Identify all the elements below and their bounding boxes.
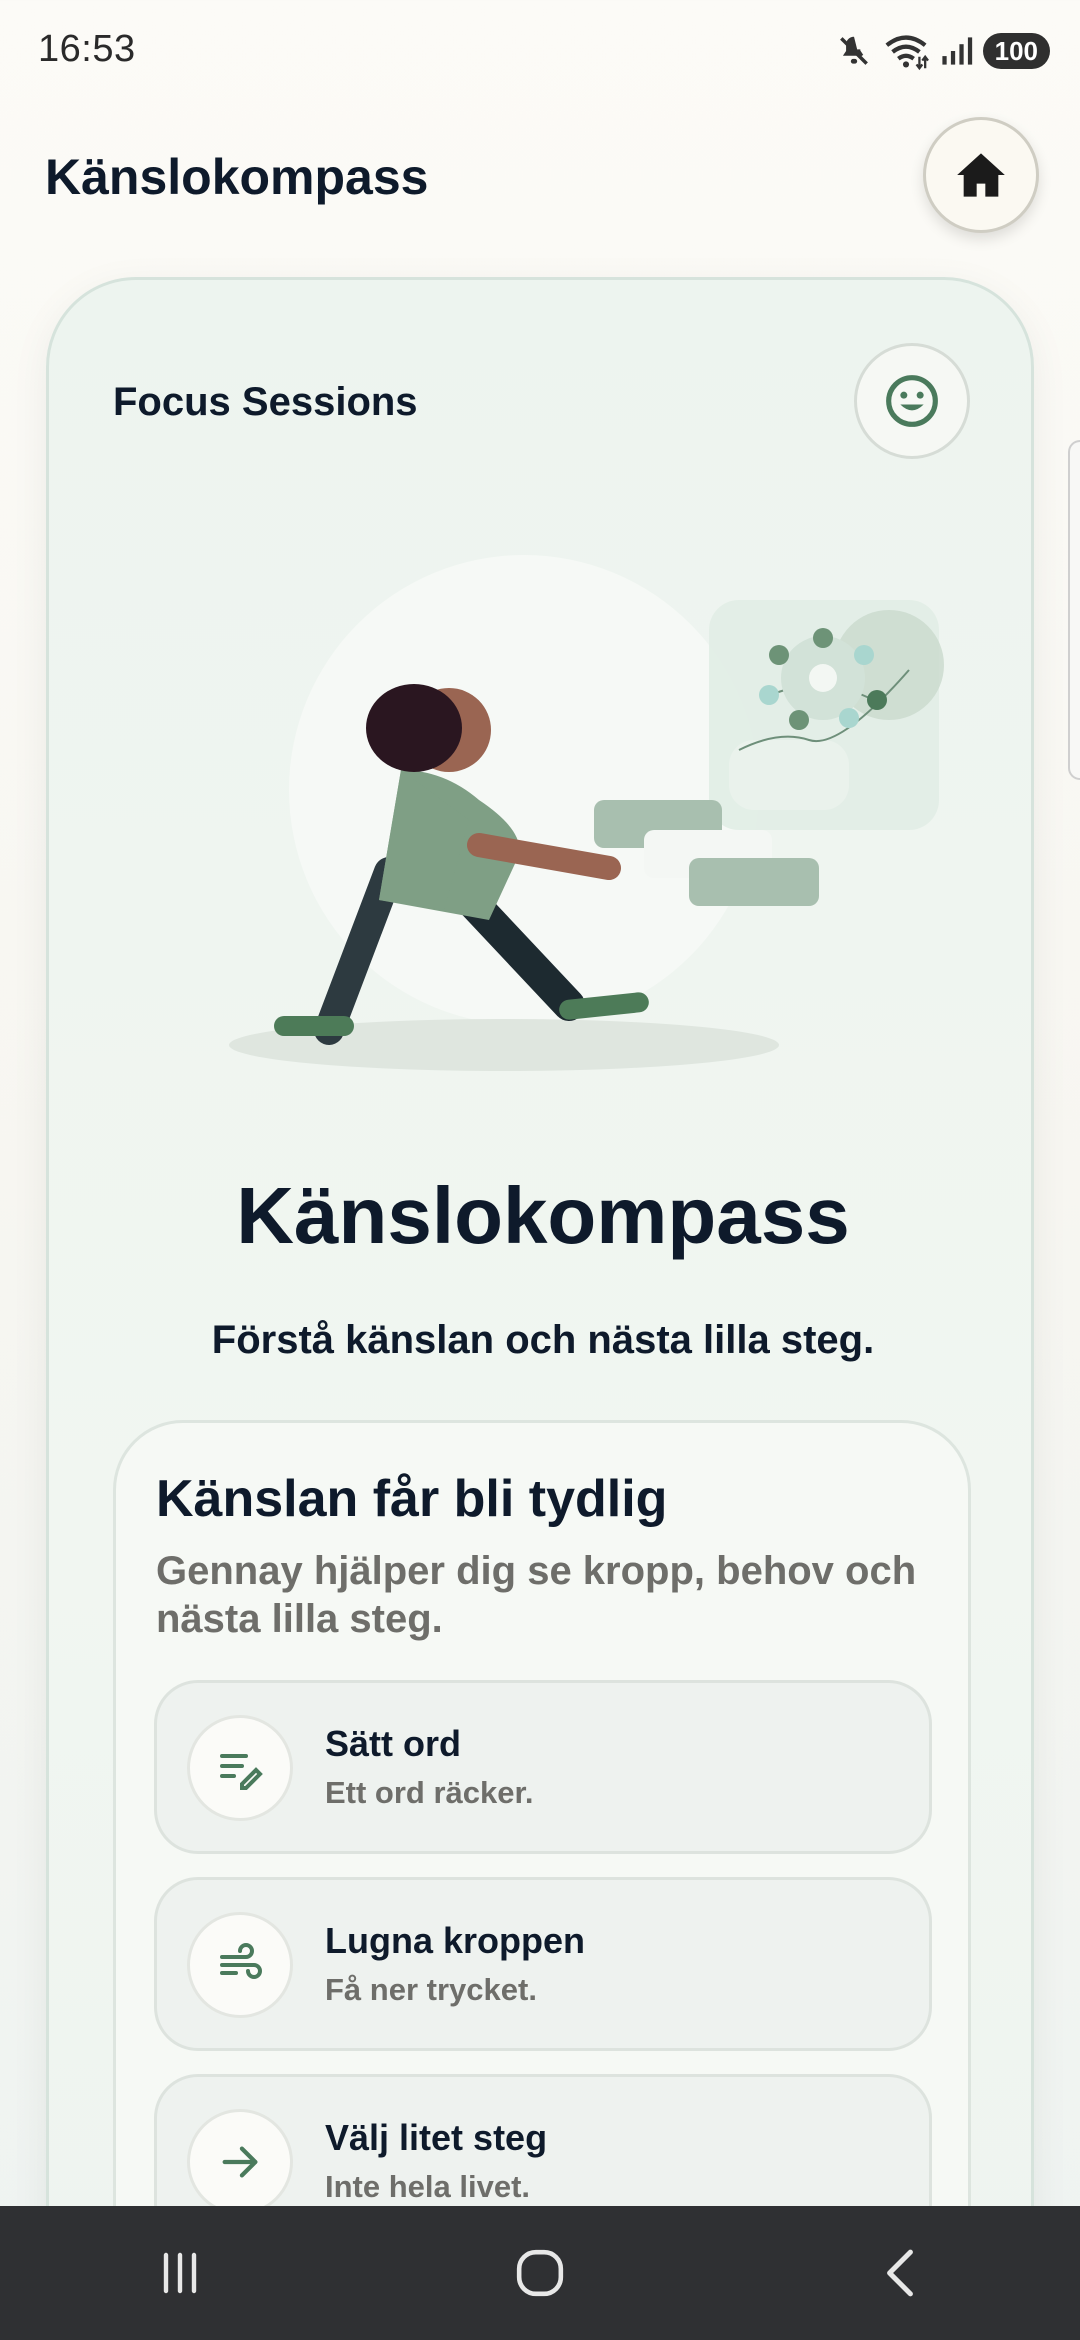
status-icons: 100 (835, 28, 1050, 74)
mood-button[interactable] (854, 343, 970, 459)
signal-icon (942, 37, 972, 65)
option-title: Välj litet steg (325, 2117, 548, 2158)
hero-title: Känslokompass (236, 1171, 850, 1260)
mute-icon (839, 36, 868, 65)
recents-icon (163, 2252, 197, 2294)
info-description: Gennay hjälper dig se kropp, behov och n… (156, 1549, 917, 1641)
status-bar: 16:53 100 (0, 0, 1080, 100)
option-satt-ord[interactable]: Sätt ord Ett ord räcker. (154, 1680, 932, 1854)
info-title: Känslan får bli tydlig (156, 1470, 668, 1528)
home-nav-button[interactable] (460, 2223, 620, 2323)
option-icon-container (187, 1715, 293, 1821)
option-title: Sätt ord (325, 1723, 462, 1764)
option-subtitle: Ett ord räcker. (325, 1775, 534, 1810)
smiley-icon (886, 375, 938, 427)
back-button[interactable] (820, 2223, 980, 2323)
home-button[interactable] (923, 117, 1039, 233)
edit-notes-icon (220, 1754, 263, 1790)
app-title: Känslokompass (45, 149, 429, 205)
battery-indicator: 100 (982, 33, 1050, 69)
arrow-right-icon (222, 2146, 258, 2178)
option-icon-container (187, 2109, 293, 2215)
option-title: Lugna kroppen (325, 1920, 585, 1961)
system-nav-bar (0, 2206, 1080, 2340)
back-icon (887, 2249, 913, 2297)
status-time: 16:53 (38, 28, 136, 70)
wind-icon (220, 1943, 262, 1979)
wifi-icon (885, 35, 929, 71)
option-lugna-kroppen[interactable]: Lugna kroppen Få ner trycket. (154, 1877, 932, 2051)
home-icon (957, 153, 1005, 197)
option-subtitle: Få ner trycket. (325, 1972, 537, 2007)
scroll-handle[interactable] (1068, 440, 1080, 780)
recents-button[interactable] (100, 2223, 260, 2323)
card-label: Focus Sessions (113, 380, 418, 424)
main-card: Focus Sessions Känslokompass Förstå käns… (46, 277, 1034, 2340)
home-circle-icon (516, 2249, 564, 2297)
option-subtitle: Inte hela livet. (325, 2169, 531, 2204)
option-icon-container (187, 1912, 293, 2018)
info-card: Känslan får bli tydlig Gennay hjälper di… (113, 1420, 971, 2340)
hero-subtitle: Förstå känslan och nästa lilla steg. (211, 1318, 875, 1362)
